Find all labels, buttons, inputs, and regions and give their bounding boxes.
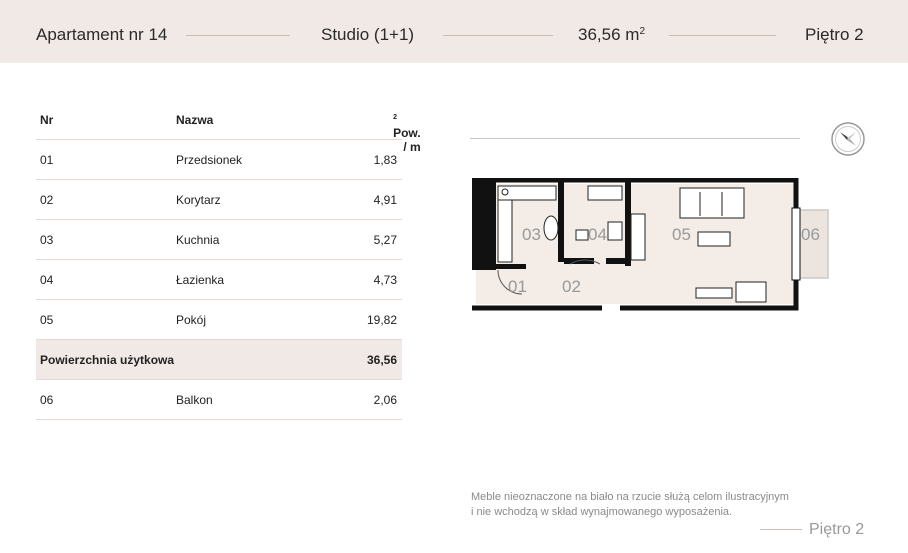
header-divider — [186, 35, 290, 36]
compass-icon — [831, 122, 865, 156]
row-area: 4,91 — [373, 193, 397, 207]
room-label-04: 04 — [588, 225, 607, 244]
room-label-01: 01 — [508, 277, 527, 296]
window — [791, 207, 801, 281]
table-row: 05 Pokój 19,82 — [36, 300, 402, 340]
wardrobe — [630, 213, 646, 261]
bathtub — [587, 185, 623, 201]
balcony — [795, 209, 829, 279]
dining-table — [543, 215, 559, 241]
room-label-03: 03 — [522, 225, 541, 244]
room-label-02: 02 — [562, 277, 581, 296]
row-nr: 05 — [40, 313, 54, 327]
table-row: 02 Korytarz 4,91 — [36, 180, 402, 220]
sofa — [679, 187, 745, 219]
kitchen-counter — [497, 185, 557, 201]
table-row: 04 Łazienka 4,73 — [36, 260, 402, 300]
table-row: 03 Kuchnia 5,27 — [36, 220, 402, 260]
row-area: 2,06 — [373, 393, 397, 407]
row-area: 5,27 — [373, 233, 397, 247]
interior-wall — [496, 264, 526, 269]
floor-plan: 03 04 05 06 01 02 — [472, 178, 829, 311]
interior-wall — [625, 182, 631, 266]
rooms-table: Nr Nazwa Pow. / m2 01 Przedsionek 1,83 0… — [36, 100, 421, 420]
interior-wall — [606, 258, 631, 264]
table-total-row: Powierzchnia użytkowa 36,56 — [36, 340, 402, 380]
apartment-number: Apartament nr 14 — [36, 25, 168, 44]
row-nr: 03 — [40, 233, 54, 247]
table-row: 06 Balkon 2,06 — [36, 380, 402, 420]
apartment-type: Studio (1+1) — [321, 25, 415, 44]
footer-floor-label: Piętro 2 — [809, 521, 865, 538]
footer-divider — [760, 529, 802, 530]
row-name: Balkon — [176, 393, 213, 407]
total-label: Powierzchnia użytkowa — [40, 353, 175, 367]
coffee-table — [697, 231, 731, 247]
col-name: Nazwa — [176, 113, 214, 127]
row-nr: 01 — [40, 153, 54, 167]
disclaimer-note: Meble nieoznaczone na biało na rzucie sł… — [471, 490, 789, 520]
header-bar: Apartament nr 14 Studio (1+1) 36,56 m2 P… — [0, 0, 908, 63]
disclaimer-line: i nie wchodzą w skład wynajmowanego wypo… — [471, 506, 733, 518]
col-area: Pow. / m2 — [393, 114, 421, 154]
armchair — [735, 281, 767, 303]
row-name: Przedsionek — [176, 153, 243, 167]
interior-wall — [558, 182, 564, 262]
apartment-area: 36,56 m2 — [578, 25, 645, 44]
row-area: 1,83 — [373, 153, 397, 167]
row-name: Korytarz — [176, 193, 221, 207]
table-row: 01 Przedsionek 1,83 — [36, 140, 402, 180]
row-name: Kuchnia — [176, 233, 220, 247]
row-name: Łazienka — [176, 273, 225, 287]
disclaimer-line: Meble nieoznaczone na biało na rzucie sł… — [471, 491, 789, 503]
desk — [695, 287, 733, 299]
row-nr: 04 — [40, 273, 54, 287]
room-label-06: 06 — [801, 225, 820, 244]
header-divider — [669, 35, 776, 36]
row-area: 19,82 — [366, 313, 397, 327]
total-area: 36,56 — [366, 353, 397, 367]
kitchen-counter — [497, 199, 513, 263]
row-nr: 02 — [40, 193, 54, 207]
chair — [575, 229, 589, 241]
row-nr: 06 — [40, 393, 54, 407]
outer-wall — [472, 180, 496, 270]
row-name: Pokój — [176, 313, 207, 327]
plan-top-divider — [470, 138, 800, 139]
toilet — [607, 221, 623, 241]
table-header: Nr Nazwa Pow. / m2 — [36, 100, 421, 154]
floor-label: Piętro 2 — [805, 25, 864, 44]
col-nr: Nr — [40, 113, 54, 127]
row-area: 4,73 — [373, 273, 397, 287]
room-label-05: 05 — [672, 225, 691, 244]
header-divider — [443, 35, 553, 36]
